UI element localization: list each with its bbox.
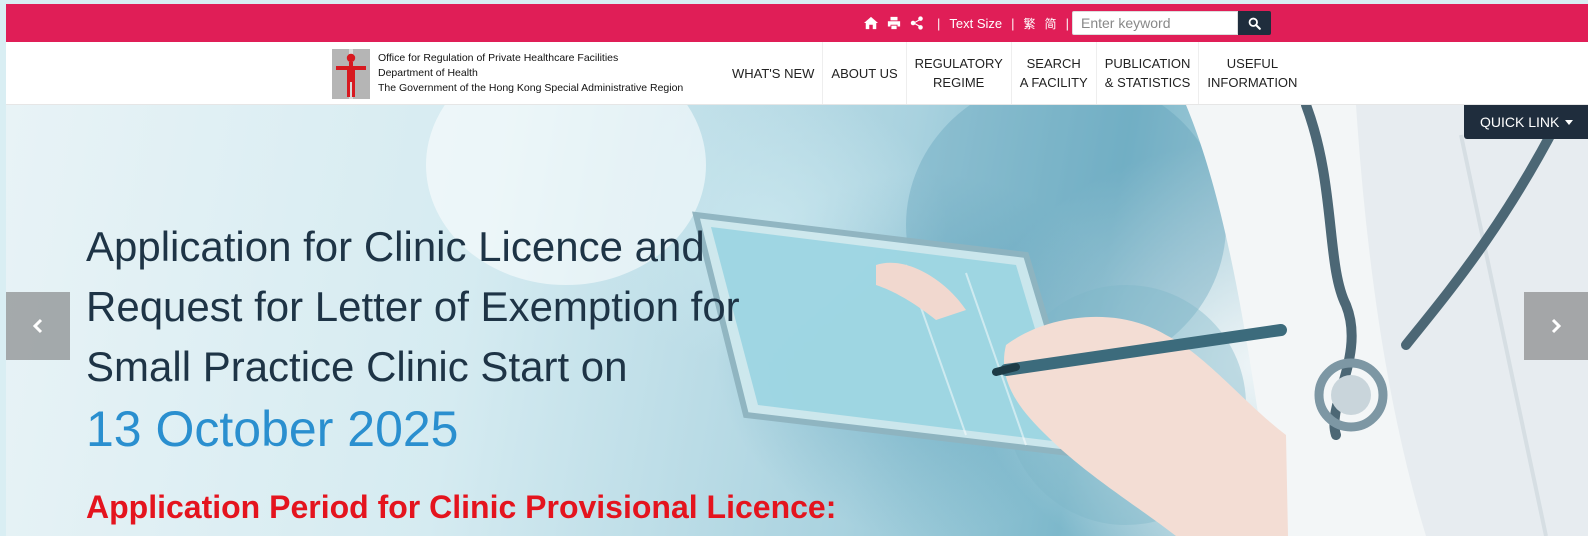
nav-label: A FACILITY [1019,75,1088,90]
hero-date: 13 October 2025 [86,401,459,457]
hero-title: Application for Clinic Licence and Reque… [86,217,786,397]
carousel-next-button[interactable] [1524,292,1588,360]
nav-label: INFORMATION [1207,75,1298,90]
page: | Text Size | 繁 简 | Enter keyword Office… [6,4,1588,536]
nav-whats-new[interactable]: WHAT'S NEW [724,42,822,104]
nav-search-a-facility[interactable]: SEARCH A FACILITY [1010,42,1096,104]
text-size-button[interactable]: Text Size [949,16,1002,31]
print-icon[interactable] [887,16,901,30]
nav-label: USEFUL [1226,56,1279,71]
nav-publication-statistics[interactable]: PUBLICATION & STATISTICS [1095,42,1199,104]
hero-title-line: Request for Letter of Exemption for [86,283,740,330]
hero-text: Application for Clinic Licence and Reque… [86,217,836,527]
nav-label: ABOUT US [831,65,898,81]
search-button[interactable] [1238,11,1271,35]
hero-title-line: Application for Clinic Licence and [86,223,705,270]
nav-label: REGIME [933,75,985,90]
nav-regulatory-regime[interactable]: REGULATORY REGIME [905,42,1011,104]
nav-label: & STATISTICS [1104,75,1191,90]
hero-banner[interactable]: Application for Clinic Licence and Reque… [6,105,1588,536]
home-icon[interactable] [864,16,878,30]
lang-traditional-chinese-link[interactable]: 繁 [1024,15,1036,32]
carousel-prev-button[interactable] [6,292,70,360]
utility-tools: | Text Size | 繁 简 | [864,4,1069,42]
nav-label: REGULATORY [914,56,1003,71]
nav-about-us[interactable]: ABOUT US [822,42,905,104]
search-input[interactable] [1072,11,1238,35]
org-dept-line: Department of Health [378,67,478,79]
search-box [1072,11,1272,35]
hero-subtitle: Application Period for Clinic Provisiona… [86,489,837,525]
department-of-health-logo[interactable] [332,49,370,99]
organization-name: Office for Regulation of Private Healthc… [378,51,683,96]
nav-useful-information[interactable]: USEFUL INFORMATION [1198,42,1305,104]
main-navigation: WHAT'S NEW ABOUT US REGULATORY REGIME SEA… [724,42,1305,104]
quick-link-label: QUICK LINK [1480,114,1560,130]
share-icon[interactable] [910,16,924,30]
caret-down-icon [1565,119,1574,125]
hero-title-line: Small Practice Clinic Start on [86,343,628,390]
nav-label: SEARCH [1026,56,1081,71]
separator: | [937,15,941,31]
quick-link-dropdown[interactable]: QUICK LINK [1464,105,1588,139]
org-name-line: Office for Regulation of Private Healthc… [378,52,619,64]
chevron-right-icon [1551,318,1562,334]
lang-simplified-chinese-link[interactable]: 简 [1045,15,1057,32]
separator: | [1065,15,1069,31]
nav-label: WHAT'S NEW [732,65,815,81]
org-government-line: The Government of the Hong Kong Special … [378,82,684,94]
site-header: Office for Regulation of Private Healthc… [6,42,1588,105]
separator: | [1011,15,1015,31]
top-utility-bar: | Text Size | 繁 简 | [6,4,1588,42]
nav-label: PUBLICATION [1104,56,1191,71]
search-icon [1248,17,1261,30]
chevron-left-icon [32,318,43,334]
